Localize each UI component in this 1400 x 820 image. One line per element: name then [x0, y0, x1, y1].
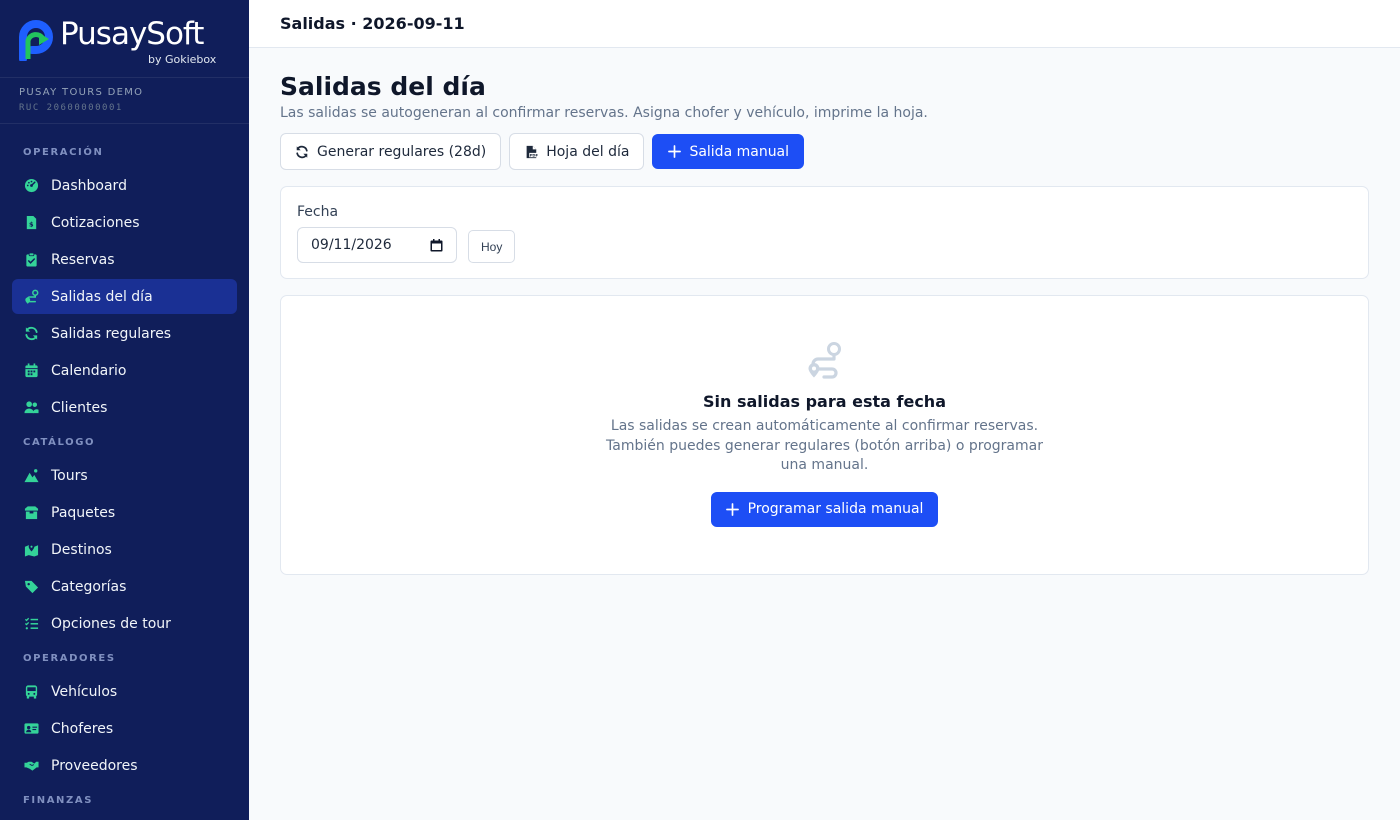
sidebar-item-opciones-de-tour[interactable]: Opciones de tour [12, 606, 237, 641]
bus-icon [23, 684, 39, 700]
generate-regulars-label: Generar regulares (28d) [317, 143, 487, 160]
sidebar-item-label: Tours [51, 467, 88, 484]
sidebar-item-categorias[interactable]: Categorías [12, 569, 237, 604]
file-invoice-icon: $ [23, 215, 39, 231]
sidebar-item-label: Clientes [51, 399, 108, 416]
route-icon [808, 342, 841, 379]
date-value: 09/11/2026 [311, 237, 392, 253]
plus-icon [667, 145, 681, 159]
sidebar-item-label: Reservas [51, 251, 115, 268]
sidebar-item-label: Paquetes [51, 504, 116, 521]
sidebar-item-clientes[interactable]: Clientes [12, 390, 237, 425]
manual-departure-label: Salida manual [689, 143, 790, 160]
sidebar-item-dashboard[interactable]: Dashboard [12, 168, 237, 203]
svg-text:PDF: PDF [530, 153, 538, 157]
file-pdf-icon: PDF [524, 145, 538, 159]
topbar-title: Salidas · 2026-09-11 [280, 14, 465, 33]
sidebar-item-label: Opciones de tour [51, 615, 171, 632]
company-ruc: RUC 20600000001 [19, 103, 123, 113]
schedule-manual-departure-button[interactable]: Programar salida manual [710, 491, 939, 527]
sidebar-section-label: OPERACIÓN [23, 147, 104, 158]
brand-byline: by Gokiebox [148, 53, 217, 66]
plus-icon [726, 502, 740, 516]
main-content: Salidas del día Las salidas se autogener… [280, 48, 1369, 575]
sidebar-section-label: CATÁLOGO [23, 437, 96, 448]
today-button[interactable]: Hoy [468, 230, 516, 263]
refresh-icon [23, 326, 39, 342]
sidebar-item-proveedores[interactable]: Proveedores [12, 748, 237, 783]
page-subtitle: Las salidas se autogeneran al confirmar … [280, 105, 928, 121]
sidebar-item-reservas[interactable]: Reservas [12, 242, 237, 277]
day-sheet-label: Hoja del día [546, 143, 630, 160]
calendar-icon [23, 363, 39, 379]
pusaysoft-logo-icon [19, 20, 53, 61]
sidebar-item-label: Salidas del día [51, 288, 153, 305]
calendar-icon[interactable] [430, 239, 443, 252]
company-info: PUSAY TOURS DEMO RUC 20600000001 [0, 78, 249, 124]
generate-regulars-button[interactable]: Generar regulares (28d) [280, 133, 502, 170]
sidebar-item-destinos[interactable]: Destinos [12, 532, 237, 567]
sidebar: PusaySoft by Gokiebox PUSAY TOURS DEMO R… [0, 0, 249, 820]
clipboard-check-icon [23, 252, 39, 268]
map-location-icon [23, 542, 39, 558]
action-bar: Generar regulares (28d) PDF Hoja del día… [280, 133, 1369, 170]
brand-logo[interactable]: PusaySoft by Gokiebox [0, 0, 249, 78]
svg-text:$: $ [28, 220, 33, 228]
company-name: PUSAY TOURS DEMO [19, 87, 144, 98]
brand-name: PusaySoft [60, 16, 204, 52]
sidebar-item-tours[interactable]: Tours [12, 458, 237, 493]
sidebar-item-label: Salidas regulares [51, 325, 172, 342]
refresh-icon [295, 145, 309, 159]
sidebar-item-label: Proveedores [51, 757, 138, 774]
empty-state-card: Sin salidas para esta fecha Las salidas … [280, 295, 1369, 575]
page-title: Salidas del día [280, 72, 486, 101]
box-icon [23, 505, 39, 521]
sidebar-item-label: Choferes [51, 720, 114, 737]
gauge-icon [23, 178, 39, 194]
empty-state-title: Sin salidas para esta fecha [703, 392, 946, 411]
sidebar-item-label: Categorías [51, 578, 127, 595]
sidebar-item-label: Cotizaciones [51, 214, 140, 231]
date-filter-card: Fecha 09/11/2026 Hoy [280, 186, 1369, 279]
sidebar-item-vehiculos[interactable]: Vehículos [12, 674, 237, 709]
users-icon [23, 400, 39, 416]
sidebar-item-calendario[interactable]: Calendario [12, 353, 237, 388]
sidebar-item-label: Calendario [51, 362, 127, 379]
sidebar-section-label: FINANZAS [23, 795, 94, 806]
sidebar-item-label: Dashboard [51, 177, 127, 194]
empty-state-text: Las salidas se crean automáticamente al … [606, 418, 1043, 473]
sidebar-item-choferes[interactable]: Choferes [12, 711, 237, 746]
sidebar-section-label: OPERADORES [23, 653, 116, 664]
schedule-manual-departure-label: Programar salida manual [747, 501, 924, 517]
sidebar-item-salidas-regulares[interactable]: Salidas regulares [12, 316, 237, 351]
mountain-icon [23, 468, 39, 484]
topbar: Salidas · 2026-09-11 [249, 0, 1400, 48]
date-input[interactable]: 09/11/2026 [297, 227, 457, 263]
route-icon [23, 289, 39, 305]
id-card-icon [23, 721, 39, 737]
sidebar-nav: OPERACIÓN Dashboard $ Cotizaciones Reservas S… [0, 124, 249, 811]
handshake-icon [23, 758, 39, 774]
tags-icon [23, 579, 39, 595]
manual-departure-button[interactable]: Salida manual [652, 134, 805, 169]
sidebar-item-label: Vehículos [51, 683, 118, 700]
date-label: Fecha [297, 204, 339, 220]
sidebar-item-label: Destinos [51, 541, 112, 558]
sidebar-item-paquetes[interactable]: Paquetes [12, 495, 237, 530]
sidebar-item-salidas-del-dia[interactable]: Salidas del día [12, 279, 237, 314]
sidebar-item-cotizaciones[interactable]: $ Cotizaciones [12, 205, 237, 240]
list-check-icon [23, 616, 39, 632]
day-sheet-button[interactable]: PDF Hoja del día [509, 133, 645, 170]
